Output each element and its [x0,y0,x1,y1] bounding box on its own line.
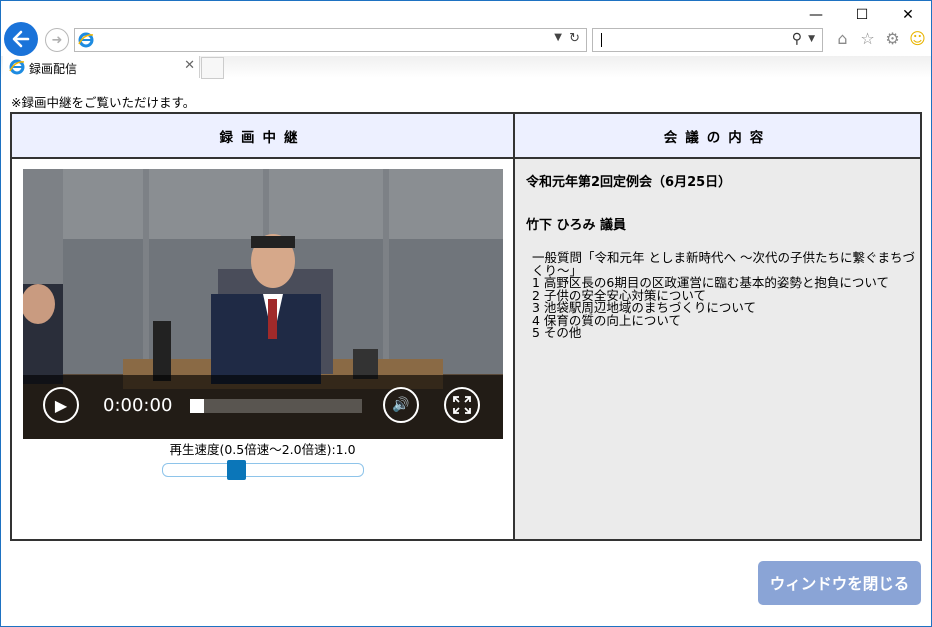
text-caret [601,33,602,47]
topic-item: 5 その他 [532,325,582,340]
back-button[interactable] [4,22,38,56]
playback-speed-slider[interactable] [162,460,364,480]
arrow-left-icon [12,30,30,48]
search-dropdown-icon[interactable]: ▼ [808,34,815,44]
progress-handle[interactable] [190,399,204,413]
volume-button[interactable]: 🔊 [383,387,419,423]
search-icon[interactable]: ⚲ [792,31,802,47]
progress-bar[interactable] [190,399,362,413]
speaker-name: 竹下 ひろみ 議員 [526,218,627,233]
close-window-page-button[interactable]: ウィンドウを閉じる [758,561,921,605]
topic-item: 4 保育の質の向上について [532,312,682,328]
favorites-star-icon[interactable]: ☆ [858,29,877,48]
arrow-right-icon: ➜ [51,32,63,48]
fullscreen-button[interactable] [444,387,480,423]
address-dropdown-icon[interactable]: ▼ [554,32,562,43]
forward-button[interactable]: ➜ [45,28,69,52]
tab-bar: 録画配信 ✕ [1,56,931,79]
tab-title: 録画配信 [29,62,78,76]
home-icon[interactable]: ⌂ [833,29,852,48]
playback-speed-label: 再生速度(0.5倍速～2.0倍速):1.0 [169,442,356,457]
meeting-content-panel: 令和元年第2回定例会（6月25日） 竹下 ひろみ 議員 一般質問「令和元年 とし… [515,159,920,539]
volume-icon: 🔊 [392,397,410,413]
close-window-button[interactable]: ✕ [885,1,931,29]
video-player[interactable]: ▶ 0:00:00 🔊 [23,169,503,439]
play-button[interactable]: ▶ [43,387,79,423]
play-icon: ▶ [54,395,68,415]
fullscreen-icon [453,396,471,414]
refresh-icon[interactable]: ↻ [569,31,580,46]
minimize-button[interactable]: — [793,1,839,29]
settings-gear-icon[interactable]: ⚙ [883,29,902,48]
maximize-button[interactable]: ☐ [839,1,885,29]
notice-text: ※録画中継をご覧いただけます。 [11,95,196,110]
toolbar-icons: ⌂ ☆ ⚙ ☺ [833,29,927,48]
window-controls: — ☐ ✕ [793,1,931,29]
video-controls: ▶ 0:00:00 🔊 [23,375,503,439]
content-table: 録画中継 会議の内容 ▶ 0:00:00 🔊 再生速度(0.5倍速～2.0倍速)… [10,112,922,541]
current-time: 0:00:00 [103,395,173,416]
browser-window: — ☐ ✕ ➜ ▼ ↻ ⚲ ▼ ⌂ ☆ ⚙ ☺ 録画配信 ✕ ※録画中継をご覧い… [0,0,932,627]
feedback-smiley-icon[interactable]: ☺ [908,29,927,48]
address-bar[interactable]: ▼ ↻ [74,28,587,52]
topics-list: 一般質問「令和元年 としま新時代へ ～次代の子供たちに繋ぐまちづくり～」 1 高… [532,250,917,340]
meeting-content-header: 会議の内容 [515,114,920,159]
ie-logo-icon [78,32,94,48]
speed-slider-handle[interactable] [227,460,246,480]
ie-tab-icon [9,59,25,75]
recording-header: 録画中継 [12,114,513,159]
tab-active[interactable]: 録画配信 ✕ [3,56,200,78]
meeting-title: 令和元年第2回定例会（6月25日） [526,175,732,190]
topics-heading: 一般質問「令和元年 としま新時代へ ～次代の子供たちに繋ぐまちづくり～」 [532,250,915,278]
tab-close-icon[interactable]: ✕ [184,58,195,73]
new-tab-button[interactable] [201,57,224,79]
search-box[interactable]: ⚲ ▼ [592,28,823,52]
